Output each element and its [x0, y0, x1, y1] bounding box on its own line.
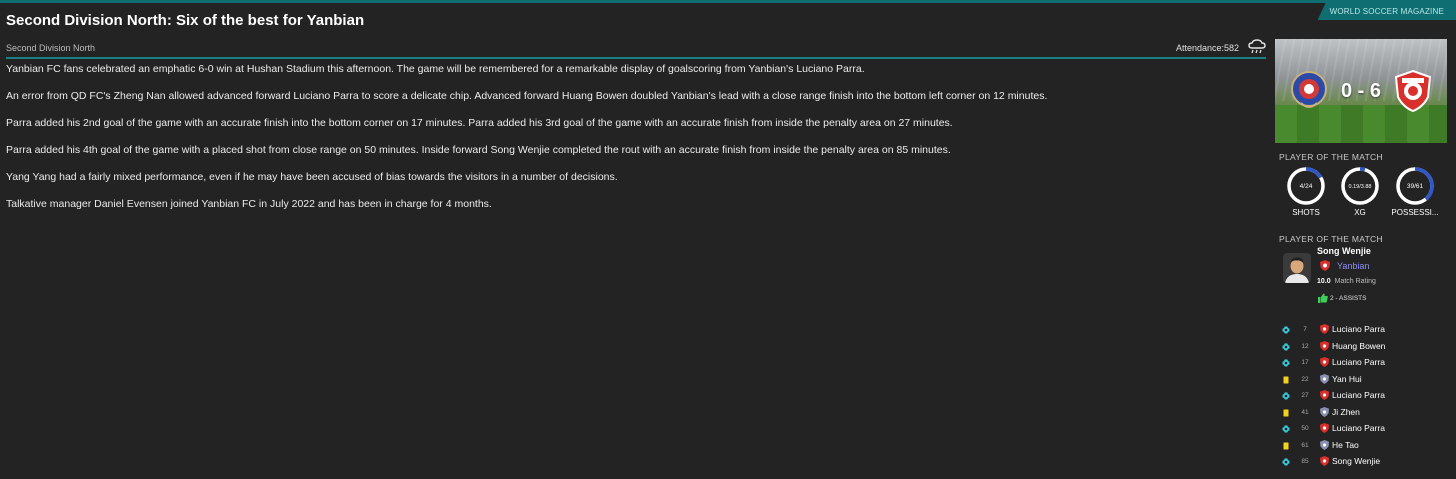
stat-label: SHOTS — [1292, 208, 1320, 217]
stat-label: POSSESSI... — [1391, 208, 1439, 217]
home-team-badge-icon — [1320, 373, 1329, 384]
match-event-row[interactable]: 85 Song Wenjie — [1279, 454, 1449, 471]
rating-value: 10.0 — [1317, 278, 1331, 285]
event-minute: 7 — [1303, 326, 1307, 333]
event-player[interactable]: He Tao — [1332, 440, 1359, 450]
article-paragraph: Parra added his 2nd goal of the game wit… — [6, 117, 953, 129]
stat-xg[interactable]: 0.19/3.88 XG — [1332, 166, 1388, 217]
event-minute: 12 — [1301, 342, 1309, 350]
event-player[interactable]: Luciano Parra — [1332, 324, 1385, 334]
match-score: 0 - 6 — [1340, 80, 1382, 102]
header-divider — [6, 57, 1266, 59]
event-player[interactable]: Song Wenjie — [1332, 456, 1380, 466]
stat-possession[interactable]: 39/61 POSSESSI... — [1387, 166, 1443, 217]
match-event-row[interactable]: 27 Luciano Parra — [1279, 388, 1449, 405]
match-score-card[interactable]: 0 - 6 — [1275, 39, 1447, 143]
magazine-tag[interactable]: WORLD SOCCER MAGAZINE — [1317, 3, 1456, 20]
assists-count: 2 - ASSISTS — [1330, 295, 1367, 302]
away-team-badge-icon — [1320, 390, 1329, 400]
goal-ball-icon — [1282, 392, 1290, 400]
player-avatar[interactable] — [1283, 253, 1311, 283]
article-paragraph: Parra added his 4th goal of the game wit… — [6, 144, 951, 156]
top-accent-bar — [0, 0, 1456, 3]
event-player[interactable]: Huang Bowen — [1332, 341, 1385, 351]
yellow-card-icon — [1283, 409, 1289, 416]
away-team-crest-icon[interactable] — [1393, 69, 1433, 113]
player-portrait-icon — [1283, 253, 1311, 283]
event-minute: 41 — [1301, 408, 1309, 416]
stat-label: XG — [1354, 208, 1366, 217]
player-name[interactable]: Song Wenjie — [1317, 246, 1371, 256]
stats-section-title: PLAYER OF THE MATCH — [1279, 152, 1383, 162]
event-player[interactable]: Ji Zhen — [1332, 407, 1360, 417]
home-team-crest-icon[interactable] — [1289, 69, 1329, 113]
event-player[interactable]: Luciano Parra — [1332, 357, 1385, 367]
thumbs-up-icon — [1318, 293, 1328, 303]
event-minute: 17 — [1301, 359, 1309, 366]
match-event-row[interactable]: 12 Huang Bowen — [1279, 339, 1449, 356]
cloud-rain-icon — [1248, 39, 1266, 54]
event-player[interactable]: Luciano Parra — [1332, 423, 1385, 433]
article-paragraph: Yanbian FC fans celebrated an emphatic 6… — [6, 63, 865, 75]
stat-value: 0.19/3.88 — [1348, 184, 1372, 190]
away-team-badge-icon — [1320, 456, 1329, 466]
home-team-badge-icon — [1320, 439, 1329, 450]
goal-ball-icon — [1282, 458, 1290, 466]
attendance-label: Attendance: — [1176, 43, 1225, 53]
event-player[interactable]: Luciano Parra — [1332, 390, 1385, 400]
article-paragraph: Yang Yang had a fairly mixed performance… — [6, 171, 618, 183]
match-event-row[interactable]: 22 Yan Hui — [1279, 372, 1449, 389]
event-player[interactable]: Yan Hui — [1332, 374, 1362, 384]
potm-section-title: PLAYER OF THE MATCH — [1279, 234, 1383, 244]
event-minute: 61 — [1301, 441, 1309, 449]
article-paragraph: An error from QD FC's Zheng Nan allowed … — [6, 90, 1048, 102]
event-minute: 27 — [1301, 392, 1309, 399]
yellow-card-icon — [1283, 376, 1289, 383]
match-event-row[interactable]: 50 Luciano Parra — [1279, 421, 1449, 438]
away-team-badge-icon — [1320, 423, 1329, 433]
away-team-badge-icon — [1320, 340, 1329, 351]
away-team-badge-icon — [1320, 357, 1329, 367]
attendance-value: 582 — [1224, 43, 1240, 53]
article-body: Yanbian FC fans celebrated an emphatic 6… — [6, 62, 1256, 224]
goal-ball-icon — [1282, 425, 1290, 433]
match-rating: 10.0 Match Rating — [1317, 278, 1376, 285]
match-event-row[interactable]: 7 Luciano Parra — [1279, 322, 1449, 339]
event-minute: 85 — [1301, 458, 1309, 465]
goal-ball-icon — [1282, 342, 1290, 351]
rating-label: Match Rating — [1334, 278, 1376, 285]
stat-value: 4/24 — [1299, 183, 1313, 190]
stat-shots[interactable]: 4/24 SHOTS — [1278, 166, 1334, 217]
away-team-badge-icon — [1320, 324, 1329, 334]
goal-ball-icon — [1282, 359, 1290, 367]
article-paragraph: Talkative manager Daniel Evensen joined … — [6, 198, 492, 210]
club-badge-icon — [1320, 260, 1330, 271]
match-event-row[interactable]: 17 Luciano Parra — [1279, 355, 1449, 372]
event-minute: 50 — [1301, 425, 1309, 432]
match-events-list: 7 Luciano Parra 12 Huang Bowen 17 Luciano Par… — [1279, 322, 1449, 471]
match-event-row[interactable]: 61 He Tao — [1279, 438, 1449, 455]
page-title: Second Division North: Six of the best f… — [6, 12, 365, 29]
player-club-link[interactable]: Yanbian — [1337, 261, 1369, 271]
competition-label[interactable]: Second Division North — [6, 43, 95, 53]
match-event-row[interactable]: 41 Ji Zhen — [1279, 405, 1449, 422]
attendance: Attendance:582 — [1176, 43, 1239, 53]
event-minute: 22 — [1301, 375, 1309, 383]
home-team-badge-icon — [1320, 406, 1329, 417]
goal-ball-icon — [1282, 326, 1290, 334]
yellow-card-icon — [1283, 442, 1289, 449]
stat-value: 39/61 — [1406, 183, 1424, 190]
